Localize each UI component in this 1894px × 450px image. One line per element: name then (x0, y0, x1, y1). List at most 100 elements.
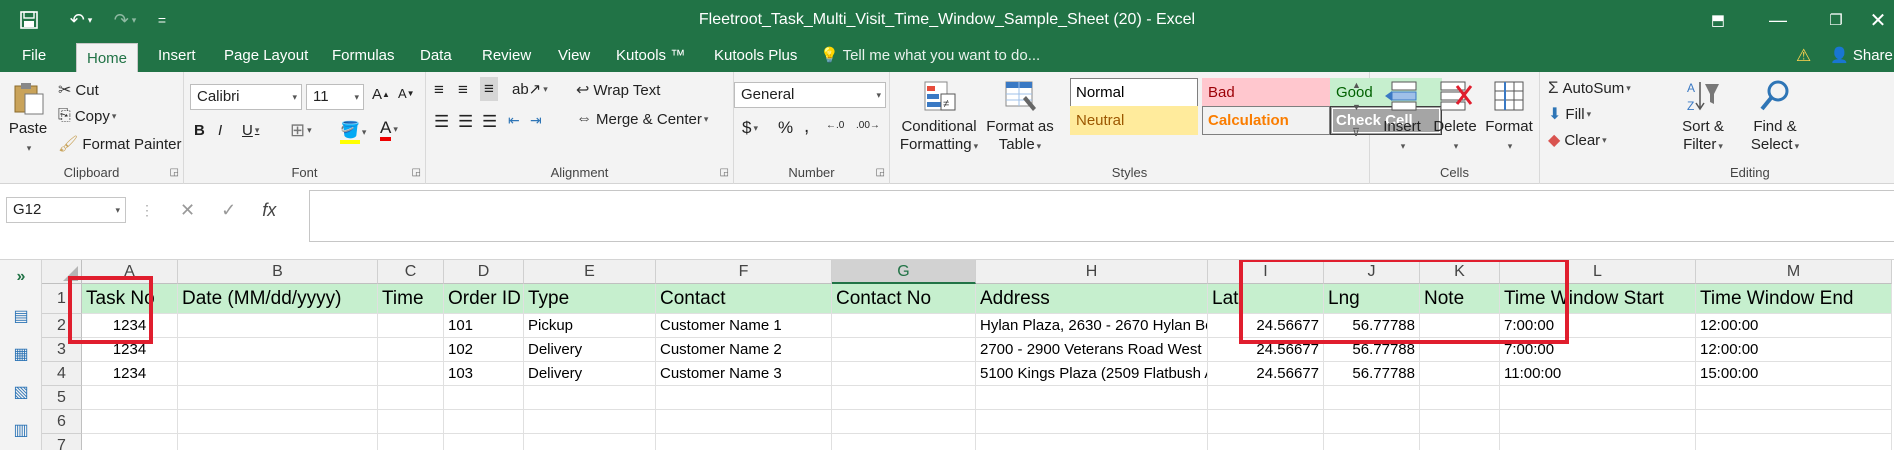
data-cell[interactable] (976, 386, 1208, 410)
data-cell[interactable] (524, 410, 656, 434)
column-header-g[interactable]: G (832, 260, 976, 284)
format-as-table-button[interactable]: Format as Table ▾ (984, 78, 1056, 155)
cell-style-normal[interactable]: Normal (1070, 78, 1198, 107)
data-cell[interactable] (82, 434, 178, 450)
data-cell[interactable] (524, 434, 656, 450)
data-cell[interactable]: 24.56677 (1208, 362, 1324, 386)
column-header-f[interactable]: F (656, 260, 832, 284)
paste-button[interactable]: Paste ▾ (6, 80, 50, 157)
cell-style-bad[interactable]: Bad (1202, 78, 1330, 107)
header-cell[interactable]: Contact No (832, 284, 976, 314)
tell-me-search[interactable]: 💡 Tell me what you want to do... (820, 40, 1040, 72)
name-box[interactable]: G12 ▾ (6, 197, 126, 223)
tab-view[interactable]: View (548, 40, 600, 72)
wrap-text-button[interactable]: ↩ Wrap Text (576, 80, 660, 100)
increase-decimal-icon[interactable]: ←.0 (826, 120, 844, 131)
orientation-icon[interactable]: ab↗ ▾ (512, 80, 548, 98)
data-cell[interactable] (832, 410, 976, 434)
column-header-m[interactable]: M (1696, 260, 1892, 284)
data-cell[interactable] (832, 314, 976, 338)
column-list-icon[interactable]: ▥ (10, 420, 32, 440)
font-size-select[interactable]: 11 ▾ (306, 84, 364, 110)
data-cell[interactable] (1696, 386, 1892, 410)
data-cell[interactable]: 1234 (82, 362, 178, 386)
grow-font-icon[interactable]: A ▲ (372, 86, 390, 103)
shrink-font-icon[interactable]: A ▼ (398, 86, 415, 101)
find-select-button[interactable]: Find & Select ▾ (1742, 78, 1808, 155)
data-cell[interactable] (1324, 386, 1420, 410)
borders-icon[interactable]: ⊞ ▾ (290, 120, 312, 141)
data-cell[interactable] (178, 338, 378, 362)
column-header-e[interactable]: E (524, 260, 656, 284)
data-cell[interactable]: 103 (444, 362, 524, 386)
percent-button[interactable]: % (778, 118, 793, 138)
tab-kutools[interactable]: Kutools ™ (606, 40, 695, 72)
data-cell[interactable] (656, 434, 832, 450)
clipboard-launcher-icon[interactable]: ◲ (170, 167, 179, 178)
cell-style-neutral[interactable]: Neutral (1070, 106, 1198, 135)
styles-scroll-up-icon[interactable]: ▲ (1352, 80, 1361, 90)
data-cell[interactable] (832, 434, 976, 450)
middle-align-icon[interactable]: ≡ (458, 80, 468, 100)
data-cell[interactable] (178, 410, 378, 434)
data-cell[interactable]: Pickup (524, 314, 656, 338)
tab-file[interactable]: File (12, 40, 56, 72)
format-painter-button[interactable]: 🖌 Format Painter (58, 134, 182, 154)
data-cell[interactable]: Delivery (524, 362, 656, 386)
copy-button[interactable]: ⎘ Copy ▾ (58, 107, 116, 125)
font-name-select[interactable]: Calibri ▾ (190, 84, 302, 110)
warning-icon[interactable]: ⚠ (1796, 40, 1811, 72)
data-cell[interactable] (1420, 410, 1500, 434)
align-center-icon[interactable]: ☰ (458, 112, 473, 132)
merge-center-button[interactable]: ⇔ Merge & Center ▾ (576, 110, 708, 128)
data-cell[interactable] (832, 386, 976, 410)
header-cell[interactable]: Date (MM/dd/yyyy) (178, 284, 378, 314)
data-cell[interactable] (378, 314, 444, 338)
header-cell[interactable]: Contact (656, 284, 832, 314)
header-cell[interactable]: Type (524, 284, 656, 314)
decrease-indent-icon[interactable]: ⇤ (508, 112, 520, 129)
data-cell[interactable] (1208, 434, 1324, 450)
cell-style-calculation[interactable]: Calculation (1202, 106, 1330, 135)
fill-color-icon[interactable]: 🪣 ▾ (340, 120, 366, 144)
data-cell[interactable] (378, 434, 444, 450)
data-cell[interactable] (976, 410, 1208, 434)
data-cell[interactable] (178, 314, 378, 338)
currency-button[interactable]: $ ▾ (742, 118, 758, 138)
data-cell[interactable]: 102 (444, 338, 524, 362)
data-cell[interactable]: Hylan Plaza, 2630 - 2670 Hylan Bo (976, 314, 1208, 338)
data-cell[interactable]: 15:00:00 (1696, 362, 1892, 386)
data-cell[interactable]: 11:00:00 (1500, 362, 1696, 386)
bottom-align-icon[interactable]: ≡ (480, 77, 498, 101)
tab-kutools-plus[interactable]: Kutools Plus (704, 40, 807, 72)
data-cell[interactable]: Customer Name 1 (656, 314, 832, 338)
data-cell[interactable] (378, 410, 444, 434)
data-cell[interactable] (444, 386, 524, 410)
data-cell[interactable] (178, 434, 378, 450)
column-header-c[interactable]: C (378, 260, 444, 284)
data-cell[interactable]: 5100 Kings Plaza (2509 Flatbush A (976, 362, 1208, 386)
data-cell[interactable] (1420, 434, 1500, 450)
data-cell[interactable] (378, 386, 444, 410)
share-button[interactable]: 👤 Share (1830, 40, 1893, 72)
data-cell[interactable]: 12:00:00 (1696, 314, 1892, 338)
data-cell[interactable] (178, 362, 378, 386)
clear-button[interactable]: ◆ Clear ▾ (1548, 130, 1607, 150)
data-cell[interactable] (1208, 410, 1324, 434)
tab-insert[interactable]: Insert (148, 40, 206, 72)
data-cell[interactable]: 56.77788 (1324, 362, 1420, 386)
close-icon[interactable]: ✕ (1862, 0, 1894, 40)
row-header-5[interactable]: 5 (42, 386, 82, 410)
column-header-h[interactable]: H (976, 260, 1208, 284)
align-right-icon[interactable]: ☰ (482, 112, 497, 132)
name-manager-icon[interactable]: ▦ (10, 344, 32, 364)
minimize-icon[interactable]: — (1750, 0, 1806, 40)
tab-page-layout[interactable]: Page Layout (214, 40, 318, 72)
data-cell[interactable]: 101 (444, 314, 524, 338)
align-left-icon[interactable]: ☰ (434, 112, 449, 132)
restore-icon[interactable]: ❐ (1808, 0, 1864, 40)
number-format-select[interactable]: General ▾ (734, 82, 886, 108)
data-cell[interactable] (656, 410, 832, 434)
increase-indent-icon[interactable]: ⇥ (530, 112, 542, 129)
tab-home[interactable]: Home (76, 43, 139, 72)
